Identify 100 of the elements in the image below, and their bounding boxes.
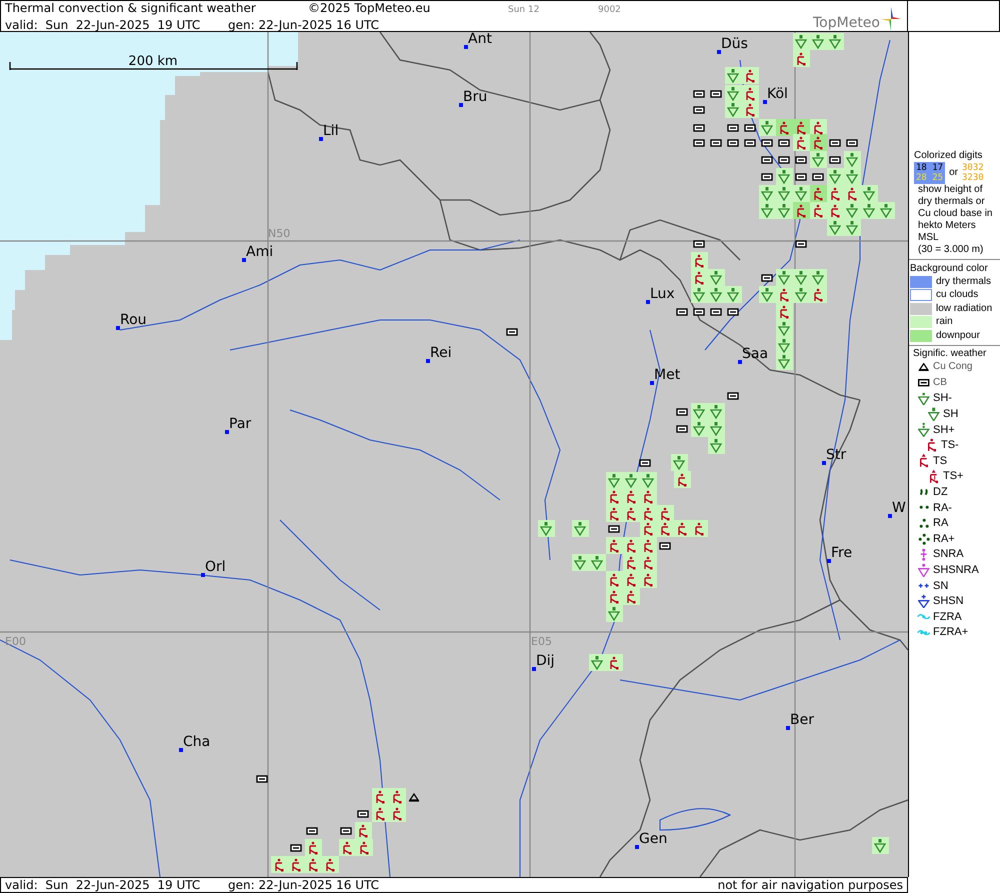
city-label: Rou xyxy=(120,312,147,328)
legend-note: (30 = 3.000 m) xyxy=(917,244,984,256)
legend-label: TS- xyxy=(941,439,959,452)
cloud-icon xyxy=(693,124,705,132)
thunderstorm-icon xyxy=(797,204,806,218)
scale-label: 200 km xyxy=(128,54,178,69)
legend-label: SN xyxy=(933,580,948,592)
code-label: 9002 xyxy=(598,4,621,17)
shower-icon xyxy=(918,392,930,406)
thunderstorm-icon xyxy=(928,438,936,452)
thunderstorm-icon xyxy=(814,122,822,135)
legend-label: SH xyxy=(943,408,958,420)
cloud-icon xyxy=(693,139,705,147)
thunderstorm-icon xyxy=(610,574,618,587)
drizzle-icon xyxy=(920,488,928,496)
cumulus-icon xyxy=(918,363,930,372)
freezing-rain-icon xyxy=(917,614,931,620)
cloud-icon xyxy=(256,775,268,783)
legend-label: downpour xyxy=(936,330,980,342)
thunderstorm-icon xyxy=(678,474,686,487)
thunderstorm-icon xyxy=(610,540,618,553)
legend-note: show height of dry thermals or Cu cloud base in hekto Meters MSL xyxy=(917,184,994,244)
legend-label: low radiation xyxy=(936,302,992,315)
shower-icon xyxy=(928,406,940,422)
cloud-icon xyxy=(659,542,671,550)
thunderstorm-icon xyxy=(780,306,788,319)
thunderstorm-icon xyxy=(746,104,754,117)
cloud-icon xyxy=(676,308,688,316)
cloud-icon xyxy=(727,392,739,400)
thunderstorm-icon xyxy=(797,122,806,135)
cloud-icon xyxy=(761,156,773,164)
legend-label: SHSNRA xyxy=(933,564,979,576)
rain-icon xyxy=(918,505,930,510)
thunderstorm-icon xyxy=(376,790,384,804)
legend-label: SNRA xyxy=(933,548,964,560)
cloud-icon xyxy=(306,827,318,835)
cloud-icon xyxy=(676,408,688,416)
cloud-icon xyxy=(676,425,688,433)
thunderstorm-icon xyxy=(814,188,822,201)
shower-icon xyxy=(918,422,930,438)
legend-label: TS+ xyxy=(943,470,964,482)
thunderstorm-icon xyxy=(393,808,402,821)
cloud-icon xyxy=(710,90,722,98)
city-label: Rei xyxy=(430,345,452,361)
thunderstorm-icon xyxy=(746,70,754,83)
cloud-icon xyxy=(778,156,790,164)
cloud-icon xyxy=(795,240,807,248)
legend-label: SHSN xyxy=(933,595,964,608)
legend-label: RA+ xyxy=(933,532,955,545)
copyright-text: ©2025 TopMeteo.eu xyxy=(308,1,430,15)
cloud-icon xyxy=(761,274,773,282)
thunderstorm-icon xyxy=(814,288,822,302)
cloud-icon xyxy=(744,124,756,132)
cumulus-icon xyxy=(408,792,420,802)
cloud-icon xyxy=(795,173,807,181)
city-label: Par xyxy=(229,416,252,432)
thunderstorm-icon xyxy=(930,469,938,484)
city-label: Cha xyxy=(183,734,210,750)
legend-heading: Colorized digits xyxy=(914,150,984,162)
thunderstorm-icon xyxy=(797,136,806,150)
thunderstorm-icon xyxy=(848,188,856,201)
legend-label: rain xyxy=(936,316,953,328)
thunderstorm-icon xyxy=(780,122,788,135)
snow-icon xyxy=(918,582,930,588)
thunderstorm-icon xyxy=(627,574,636,587)
thunderstorm-icon xyxy=(746,88,754,101)
thunderstorm-icon xyxy=(627,490,636,504)
city-label: Ant xyxy=(468,32,492,47)
thunderstorm-icon xyxy=(275,858,284,872)
or-label: or xyxy=(949,167,958,179)
city-label: Gen xyxy=(639,831,668,847)
digit-sample: 3230 xyxy=(962,173,984,183)
city-label: Düs xyxy=(721,36,748,52)
thunderstorm-icon xyxy=(292,858,300,872)
thunderstorm-icon xyxy=(695,272,704,285)
city-label: Ber xyxy=(790,712,814,728)
cloud-icon xyxy=(693,106,705,114)
valid-time: valid: Sun 22-Jun-2025 19 UTC xyxy=(5,18,200,32)
generated-time: gen: 22-Jun-2025 16 UTC xyxy=(228,18,380,32)
cloud-icon xyxy=(693,90,705,98)
cloud-icon xyxy=(829,139,841,147)
legend-label: CB xyxy=(933,376,947,389)
cloud-icon xyxy=(290,844,302,852)
cloud-icon xyxy=(357,810,369,818)
thunderstorm-icon xyxy=(797,52,806,66)
thunderstorm-icon xyxy=(920,453,928,468)
cloud-icon xyxy=(812,173,824,181)
legend-label: FZRA xyxy=(933,610,962,623)
cloud-icon xyxy=(693,240,705,248)
legend-label: dry thermals xyxy=(936,276,992,288)
cloud-icon xyxy=(710,139,722,147)
cloud-icon xyxy=(693,308,705,316)
thunderstorm-icon xyxy=(610,508,618,521)
city-label: Ami xyxy=(246,244,274,260)
thunderstorm-icon xyxy=(627,556,636,570)
thunderstorm-icon xyxy=(610,490,618,504)
grid-label: N50 xyxy=(268,227,290,240)
grid-label: E00 xyxy=(5,635,26,648)
thunderstorm-icon xyxy=(661,508,670,521)
thunderstorm-icon xyxy=(376,808,384,821)
